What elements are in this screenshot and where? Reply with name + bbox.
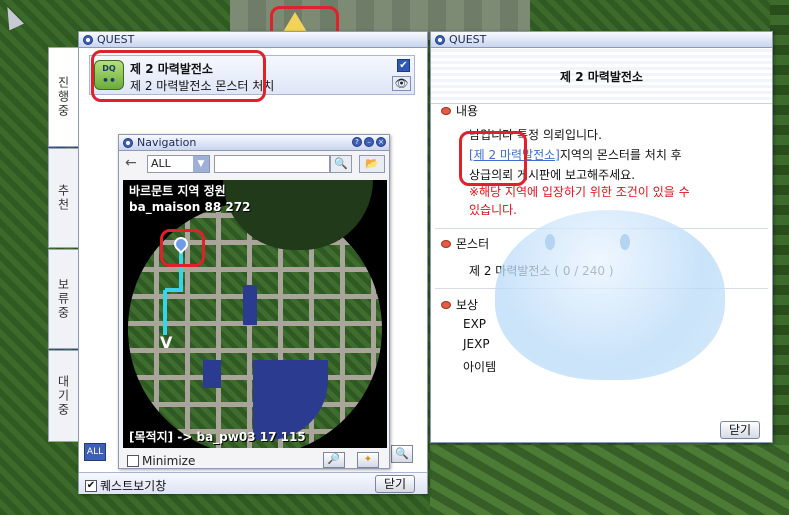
reward-item: JEXP (463, 337, 490, 351)
quest-window-title: QUEST (97, 33, 135, 46)
navigation-window: Navigation ? – × ← ALL ▼ 🔍 📂 V 바르문트 지역 정… (118, 134, 390, 469)
show-quest-checkbox[interactable]: ✔ (85, 479, 97, 492)
quest-subtitle: 제 2 마력발전소 몬스터 처치 (130, 79, 275, 93)
map-route-segment (179, 250, 183, 290)
window-menu-icon[interactable] (123, 138, 133, 148)
monster-section-head: 몬스터 (441, 235, 489, 252)
close-icon[interactable]: × (376, 137, 386, 147)
quest-window-titlebar[interactable]: QUEST (79, 32, 427, 48)
section-bullet-icon (441, 239, 451, 248)
section-bullet-icon (441, 106, 451, 115)
minimize-checkbox[interactable] (127, 455, 139, 467)
navigation-footer: Minimize 🔎 ✦ (119, 451, 389, 469)
navigation-toolbar: ← ALL ▼ 🔍 📂 (119, 152, 389, 176)
navigation-title: Navigation (137, 136, 197, 149)
show-quest-label: 퀘스트보기창 (100, 479, 167, 493)
warning-line: ※해당 지역에 입장하기 위한 조건이 있을 수 (469, 185, 690, 199)
reward-section-head: 보상 (441, 296, 478, 313)
quest-type-icon: DQ •• (94, 60, 124, 90)
quest-window-footer: ✔ 퀘스트보기창 닫기 (79, 472, 427, 494)
navigation-titlebar[interactable]: Navigation ? – × (119, 135, 389, 151)
content-line-with-link: [제 2 마력발전소]지역의 몬스터를 처치 후 (469, 146, 682, 163)
reward-heading: 보상 (456, 298, 479, 312)
player-position-icon: V (160, 333, 173, 352)
tab-waiting[interactable]: 대기중 (48, 350, 78, 442)
minimize-label: Minimize (142, 454, 196, 468)
quest-track-checkbox[interactable]: ✔ (397, 59, 410, 72)
quest-location-link[interactable]: [제 2 마력발전소] (469, 148, 560, 162)
navigation-search-input[interactable] (214, 155, 330, 173)
minimize-toggle[interactable]: Minimize (127, 454, 195, 468)
reward-item: EXP (463, 317, 487, 331)
monster-heading: 몬스터 (456, 237, 490, 251)
detail-quest-title: 제 2 마력발전소 (560, 70, 643, 84)
content-line: 남입니다 특정 의뢰입니다. (469, 128, 602, 142)
navigation-minimap[interactable]: V 바르문트 지역 정원 ba_maison 88 272 [목적지] -> b… (123, 180, 387, 448)
map-route-segment (163, 290, 167, 335)
quest-close-button[interactable]: 닫기 (375, 475, 416, 493)
chevron-down-icon[interactable]: ▼ (193, 156, 209, 172)
map-building (203, 360, 221, 388)
folder-open-icon[interactable]: 📂 (359, 155, 385, 173)
reward-item: 아이템 (463, 360, 497, 374)
warning-line: 있습니다. (469, 203, 517, 217)
window-menu-icon[interactable] (83, 35, 93, 45)
tab-on-hold[interactable]: 보류중 (48, 249, 78, 349)
content-line: 상급의뢰 게시판에 보고해주세요. (469, 168, 636, 182)
content-section-head: 내용 (441, 102, 478, 119)
game-background-grass (430, 445, 789, 515)
map-zoom-icon[interactable]: 🔎 (323, 452, 345, 468)
quest-list-item[interactable]: DQ •• 제 2 마력발전소 제 2 마력발전소 몬스터 처치 ✔ 👁 (89, 55, 415, 95)
navigation-filter-value: ALL (151, 157, 171, 170)
slime-watermark (495, 210, 725, 380)
detail-header: 제 2 마력발전소 (431, 48, 772, 104)
map-star-icon[interactable]: ✦ (357, 452, 379, 468)
detail-close-button[interactable]: 닫기 (720, 421, 761, 439)
navigation-filter-select[interactable]: ALL ▼ (147, 155, 210, 173)
help-icon[interactable]: ? (352, 137, 362, 147)
detail-window-title: QUEST (449, 33, 487, 46)
quest-icon-label: DQ (102, 64, 116, 73)
quest-search-icon[interactable]: 🔍 (391, 445, 413, 463)
content-heading: 내용 (456, 104, 479, 118)
tab-in-progress[interactable]: 진행중 (48, 47, 78, 147)
back-arrow-icon[interactable]: ← (125, 155, 137, 171)
window-menu-icon[interactable] (435, 35, 445, 45)
show-quest-toggle[interactable]: ✔ 퀘스트보기창 (85, 477, 166, 494)
quest-name: 제 2 마력발전소 (130, 62, 213, 76)
map-area-name: 바르문트 지역 정원 (129, 184, 226, 198)
map-building (243, 285, 257, 325)
minimize-icon[interactable]: – (364, 137, 374, 147)
navigation-search-icon[interactable]: 🔍 (330, 155, 352, 173)
map-destination: [목적지] -> ba_pw03 17 115 (129, 430, 306, 444)
detail-window-titlebar[interactable]: QUEST (431, 32, 772, 48)
mouse-cursor-icon (0, 3, 24, 31)
all-filter-button[interactable]: ALL (84, 443, 106, 461)
quest-view-eye-icon[interactable]: 👁 (392, 76, 411, 91)
content-line: 지역의 몬스터를 처치 후 (559, 148, 682, 162)
tab-recommended[interactable]: 추천 (48, 148, 78, 248)
map-route-segment (165, 288, 183, 292)
section-bullet-icon (441, 300, 451, 309)
map-coordinates: ba_maison 88 272 (129, 200, 251, 214)
